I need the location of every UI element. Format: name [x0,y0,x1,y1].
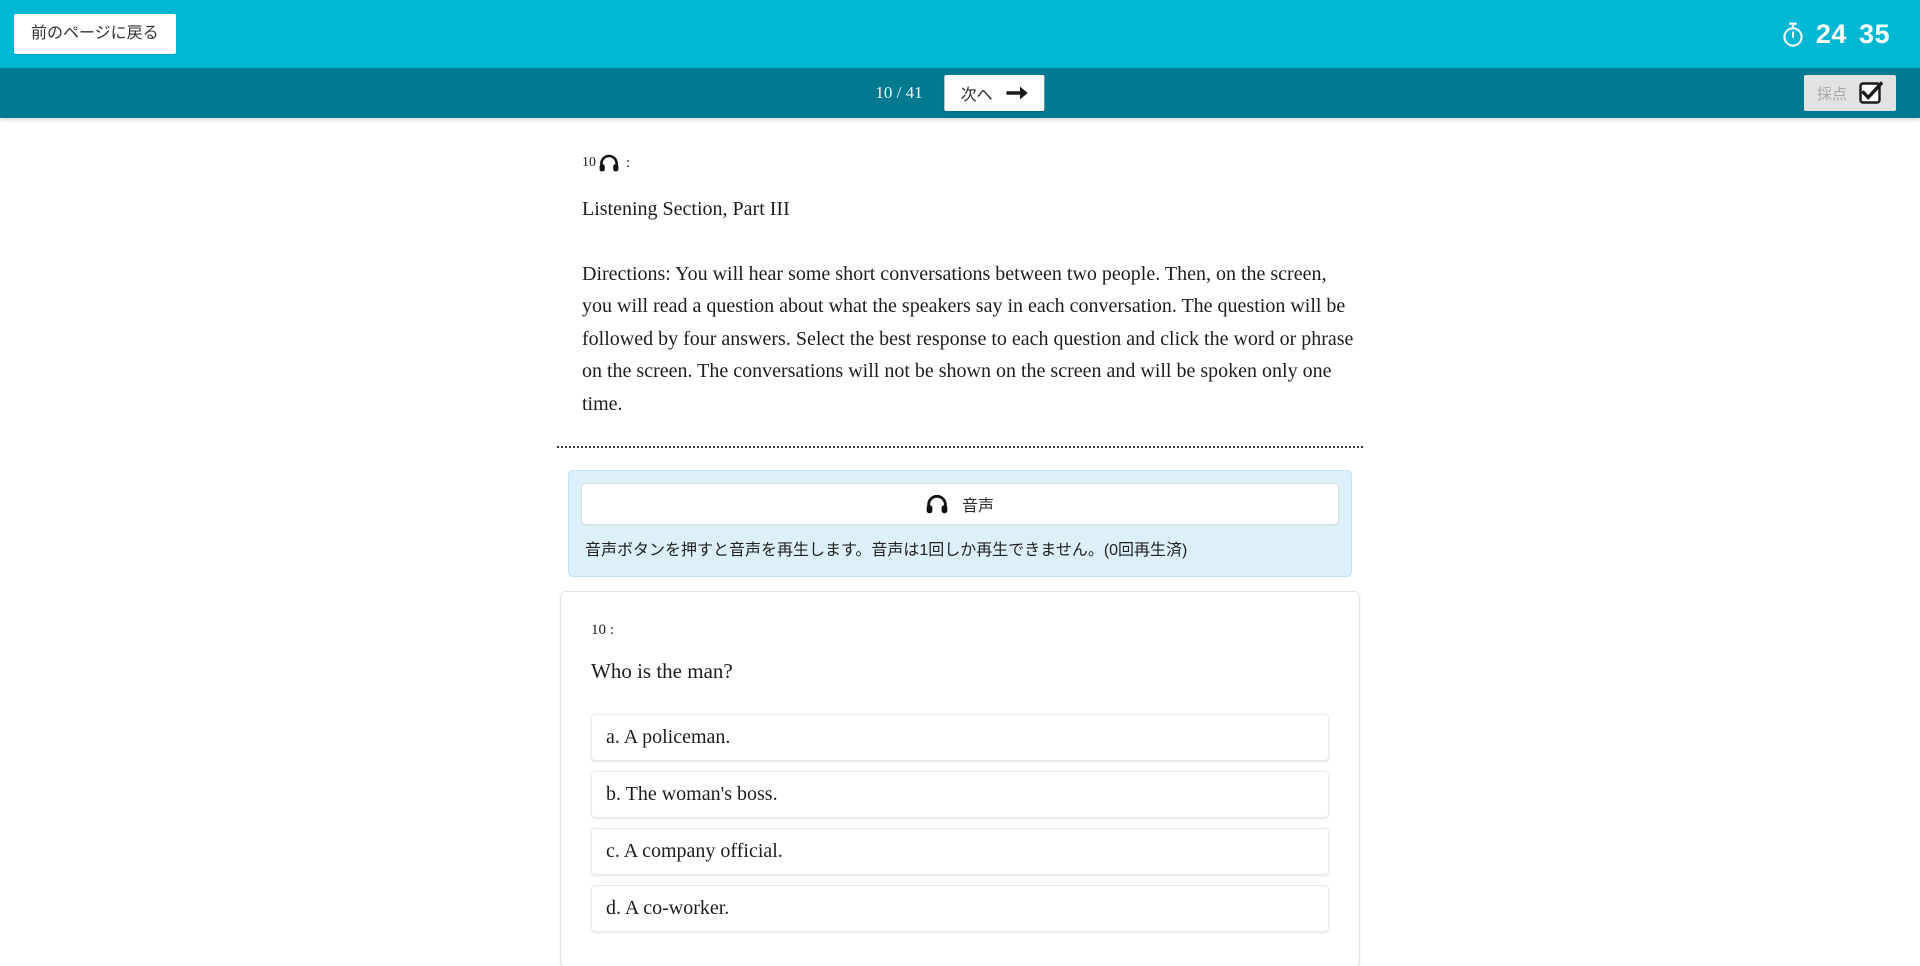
page-indicator: 10 / 41 [875,83,923,102]
answer-choice-a[interactable]: a. A policeman. [591,714,1329,762]
top-bar: 前のページに戻る 24 35 [0,0,1920,68]
section-title: Listening Section, Part III [582,198,790,220]
timer: 24 35 [1780,19,1896,50]
passage-question-number: 10 [582,155,596,170]
audio-play-note: 音声ボタンを押すと音声を再生します。音声は1回しか再生できません。(0回再生済) [585,541,1188,559]
audio-panel: 音声 音声ボタンを押すと音声を再生します。音声は1回しか再生できません。(0回再… [568,469,1352,578]
headphones-icon [926,494,948,514]
question-text: Who is the man? [591,659,733,684]
next-button-label: 次へ [960,87,993,104]
nav-center-group: 10 / 41 次へ [875,75,1045,111]
answer-choice-d[interactable]: d. A co-worker. [591,885,1329,933]
grade-submit-button[interactable]: 採点 [1803,75,1896,111]
back-to-previous-page-button[interactable]: 前のページに戻る [14,14,176,54]
content-area: 10 : Listening Section, Part III Directi… [0,118,1920,966]
navigation-bar: 10 / 41 次へ 採点 [0,68,1920,118]
timer-values: 24 35 [1816,19,1890,50]
next-question-button[interactable]: 次へ [944,75,1045,111]
arrow-right-icon [1006,85,1029,101]
answer-choices: a. A policeman. b. The woman's boss. c. … [591,714,1329,933]
checkbox-checked-icon [1859,81,1883,105]
question-card: 10 : Who is the man? a. A policeman. b. … [560,591,1360,966]
play-audio-button[interactable]: 音声 [581,482,1339,525]
timer-seconds: 35 [1858,18,1890,49]
question-number-label: 10 : [591,622,614,639]
passage-header-colon: : [626,154,631,171]
play-audio-button-label: 音声 [961,497,994,515]
passage-question-header: 10 : [560,154,1360,172]
passage-block: 10 : Listening Section, Part III Directi… [560,154,1360,446]
answer-choice-b[interactable]: b. The woman's boss. [591,771,1329,819]
timer-minutes: 24 [1815,18,1847,49]
stopwatch-icon [1780,20,1806,48]
directions-text: Directions: You will hear some short con… [582,263,1354,415]
answer-choice-c[interactable]: c. A company official. [591,828,1329,876]
headphones-icon [599,154,619,172]
grade-button-label: 採点 [1816,85,1847,103]
section-divider [557,445,1363,448]
